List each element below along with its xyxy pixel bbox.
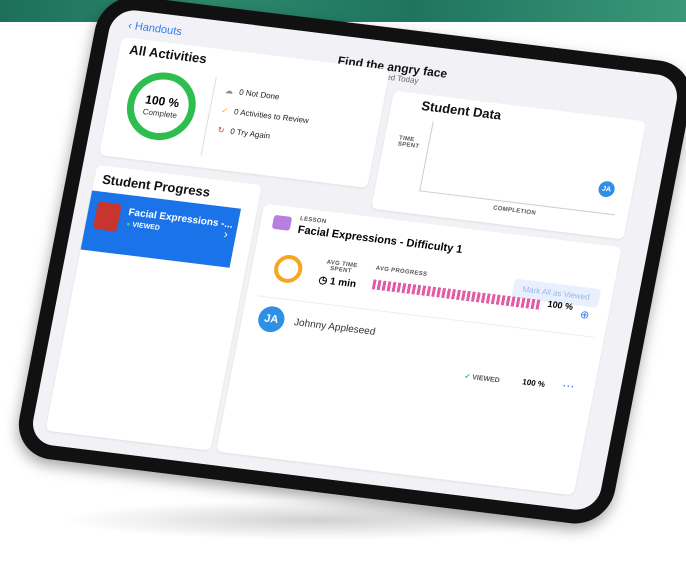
image-icon	[271, 214, 293, 231]
avg-progress-label: AVG PROGRESS	[375, 265, 428, 278]
all-activities-heading: All Activities	[128, 42, 209, 67]
divider	[200, 76, 217, 156]
student-data-heading: Student Data	[420, 98, 503, 123]
time-spent-axis-label: TIME SPENT	[397, 135, 420, 150]
progress-list-item[interactable]: Facial Expressions -... ● VIEWED ›	[80, 190, 241, 268]
cloud-icon: ☁	[224, 86, 235, 96]
lesson-title: Facial Expressions - Difficulty 1	[296, 223, 464, 256]
student-status: ✓ VIEWED	[464, 372, 501, 384]
review-row: ✓ 0 Activities to Review	[221, 106, 310, 126]
avg-progress-ring	[271, 253, 305, 285]
avg-time-value: ◷ 1 min	[318, 275, 357, 290]
character-thumbnail	[92, 201, 122, 232]
completion-axis-label: COMPLETION	[492, 205, 537, 217]
tablet-device: ‹ Handouts Find the angry face Assigned …	[12, 0, 686, 528]
progress-item-status-label: VIEWED	[131, 221, 161, 232]
student-name: Johnny Appleseed	[293, 317, 377, 338]
avg-progress-value: 100 %	[546, 298, 574, 312]
student-status-label: VIEWED	[471, 374, 501, 385]
chart-area	[419, 121, 629, 216]
student-percent: 100 %	[521, 377, 546, 389]
student-row[interactable]: JA Johnny Appleseed ✓ VIEWED 100 % ⋯ ⊕	[243, 295, 595, 407]
expand-chevron-icon[interactable]: ⊕	[579, 308, 591, 322]
try-again-label: 0 Try Again	[229, 126, 271, 141]
avg-time-text: 1 min	[328, 276, 357, 291]
try-again-row: ↻ 0 Try Again	[217, 125, 271, 140]
not-done-row: ☁ 0 Not Done	[225, 86, 281, 101]
clock-icon: ◷	[317, 274, 329, 287]
student-avatar: JA	[255, 304, 287, 334]
checkmark-icon: ✓	[220, 105, 230, 116]
student-data-card: Student Data TIME SPENT JA COMPLETION	[371, 90, 647, 240]
progress-item-status: ● VIEWED	[125, 221, 160, 232]
app-screen: ‹ Handouts Find the angry face Assigned …	[28, 7, 682, 513]
more-options-icon[interactable]: ⋯	[561, 378, 576, 393]
lesson-detail-panel: LESSON Facial Expressions - Difficulty 1…	[216, 203, 622, 496]
avg-time-label: AVG TIME SPENT	[325, 259, 358, 275]
retry-icon: ↻	[216, 125, 226, 136]
check-icon: ✓	[463, 373, 471, 381]
review-label: 0 Activities to Review	[233, 107, 310, 126]
not-done-label: 0 Not Done	[238, 87, 281, 102]
viewed-dot-icon: ●	[125, 220, 132, 229]
